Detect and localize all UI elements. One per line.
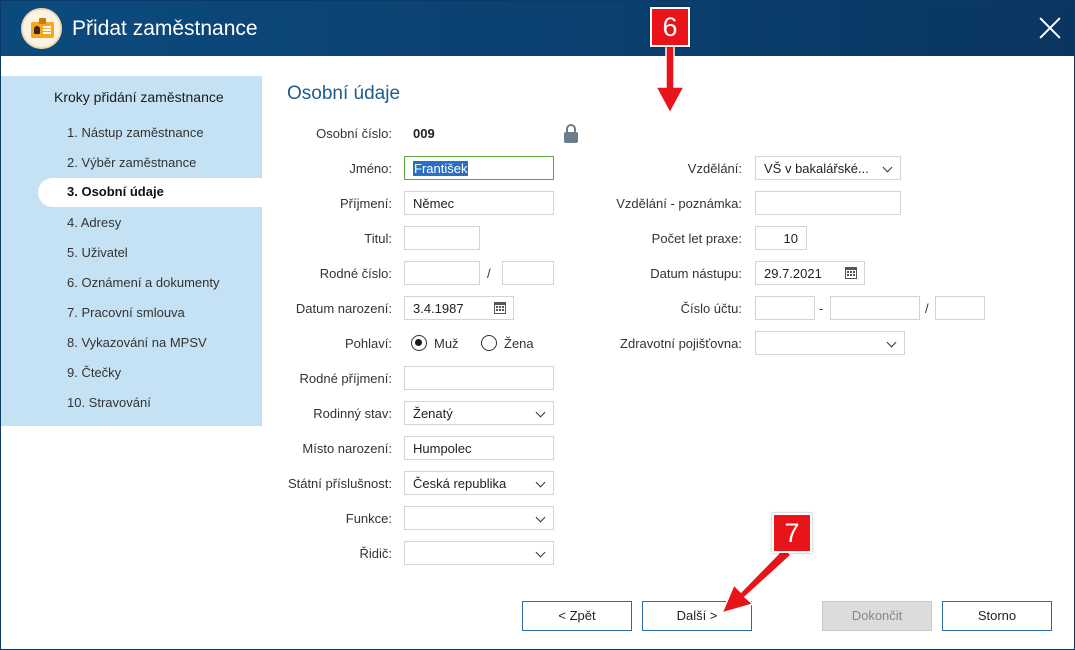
sidebar-title: Kroky přidání zaměstnance <box>54 89 224 105</box>
account-number-input[interactable] <box>830 296 920 320</box>
arrow-6 <box>654 45 686 115</box>
health-insurance-select[interactable] <box>755 331 905 355</box>
birth-number-part1-input[interactable] <box>404 261 480 285</box>
step-8[interactable]: 8. Vykazování na MPSV <box>67 335 207 350</box>
annotation-badge-6: 6 <box>650 7 690 47</box>
birth-number-separator: / <box>487 266 491 281</box>
education-note-label: Vzdělání - poznámka: <box>616 196 742 211</box>
cancel-button[interactable]: Storno <box>942 601 1052 631</box>
birth-date-label: Datum narození: <box>295 301 392 316</box>
step-3-active[interactable]: 3. Osobní údaje <box>38 178 262 207</box>
birth-number-part2-input[interactable] <box>502 261 554 285</box>
lock-icon <box>564 124 578 143</box>
step-6[interactable]: 6. Oznámení a dokumenty <box>67 275 219 290</box>
step-3-label: 3. Osobní údaje <box>67 184 164 199</box>
title-input[interactable] <box>404 226 480 250</box>
citizenship-label: Státní příslušnost: <box>287 476 392 491</box>
last-name-input[interactable]: Němec <box>404 191 554 215</box>
gender-female-label[interactable]: Žena <box>504 336 534 351</box>
calendar-icon[interactable] <box>845 267 857 279</box>
annotation-badge-7: 7 <box>772 513 812 553</box>
account-number-label: Číslo účtu: <box>680 301 742 316</box>
birth-place-input[interactable]: Humpolec <box>404 436 554 460</box>
account-slash: / <box>925 301 929 316</box>
title-bar: Přidat zaměstnance <box>1 1 1074 56</box>
gender-female-radio[interactable] <box>481 335 497 351</box>
step-2[interactable]: 2. Výběr zaměstnance <box>67 155 196 170</box>
gender-male-radio[interactable] <box>411 335 427 351</box>
start-date-value: 29.7.2021 <box>764 266 822 281</box>
health-insurance-label: Zdravotní pojišťovna: <box>620 336 742 351</box>
education-select[interactable]: VŠ v bakalářské... <box>755 156 901 180</box>
account-prefix-input[interactable] <box>755 296 815 320</box>
function-select[interactable] <box>404 506 554 530</box>
maiden-name-label: Rodné příjmení: <box>299 371 393 386</box>
add-employee-dialog: Přidat zaměstnance Kroky přidání zaměstn… <box>0 0 1075 650</box>
section-title: Osobní údaje <box>287 83 401 104</box>
step-9[interactable]: 9. Čtečky <box>67 365 121 380</box>
step-4[interactable]: 4. Adresy <box>67 215 121 230</box>
step-7[interactable]: 7. Pracovní smlouva <box>67 305 185 320</box>
back-button[interactable]: < Zpět <box>522 601 632 631</box>
step-1[interactable]: 1. Nástup zaměstnance <box>67 125 204 140</box>
steps-sidebar: Kroky přidání zaměstnance 1. Nástup zamě… <box>1 76 262 426</box>
finish-button: Dokončit <box>822 601 932 631</box>
years-practice-label: Počet let praxe: <box>651 231 742 246</box>
birth-date-input[interactable]: 3.4.1987 <box>404 296 514 320</box>
gender-label: Pohlaví: <box>345 336 392 351</box>
start-date-label: Datum nástupu: <box>650 266 742 281</box>
gender-male-label[interactable]: Muž <box>434 336 459 351</box>
step-10[interactable]: 10. Stravování <box>67 395 151 410</box>
years-practice-input[interactable]: 10 <box>755 226 807 250</box>
calendar-icon[interactable] <box>494 302 506 314</box>
marital-status-select[interactable]: Ženatý <box>404 401 554 425</box>
step-5[interactable]: 5. Uživatel <box>67 245 128 260</box>
birth-date-value: 3.4.1987 <box>413 301 464 316</box>
first-name-input[interactable]: František <box>404 156 554 180</box>
start-date-input[interactable]: 29.7.2021 <box>755 261 865 285</box>
citizenship-select[interactable]: Česká republika <box>404 471 554 495</box>
birth-place-label: Místo narození: <box>302 441 392 456</box>
marital-status-label: Rodinný stav: <box>313 406 392 421</box>
education-note-input[interactable] <box>755 191 901 215</box>
personal-number-value: 009 <box>413 126 435 141</box>
driver-select[interactable] <box>404 541 554 565</box>
bank-code-input[interactable] <box>935 296 985 320</box>
employee-card-icon <box>21 8 62 49</box>
driver-label: Řidič: <box>359 546 392 561</box>
title-label: Titul: <box>364 231 392 246</box>
maiden-name-input[interactable] <box>404 366 554 390</box>
close-icon[interactable] <box>1036 14 1064 42</box>
next-button[interactable]: Další > <box>642 601 752 631</box>
account-dash: - <box>819 301 824 316</box>
last-name-label: Příjmení: <box>339 196 392 211</box>
personal-number-label: Osobní číslo: <box>316 126 392 141</box>
education-label: Vzdělání: <box>687 161 742 176</box>
first-name-label: Jméno: <box>349 161 392 176</box>
birth-number-label: Rodné číslo: <box>319 266 392 281</box>
window-title: Přidat zaměstnance <box>72 17 258 40</box>
function-label: Funkce: <box>345 511 392 526</box>
